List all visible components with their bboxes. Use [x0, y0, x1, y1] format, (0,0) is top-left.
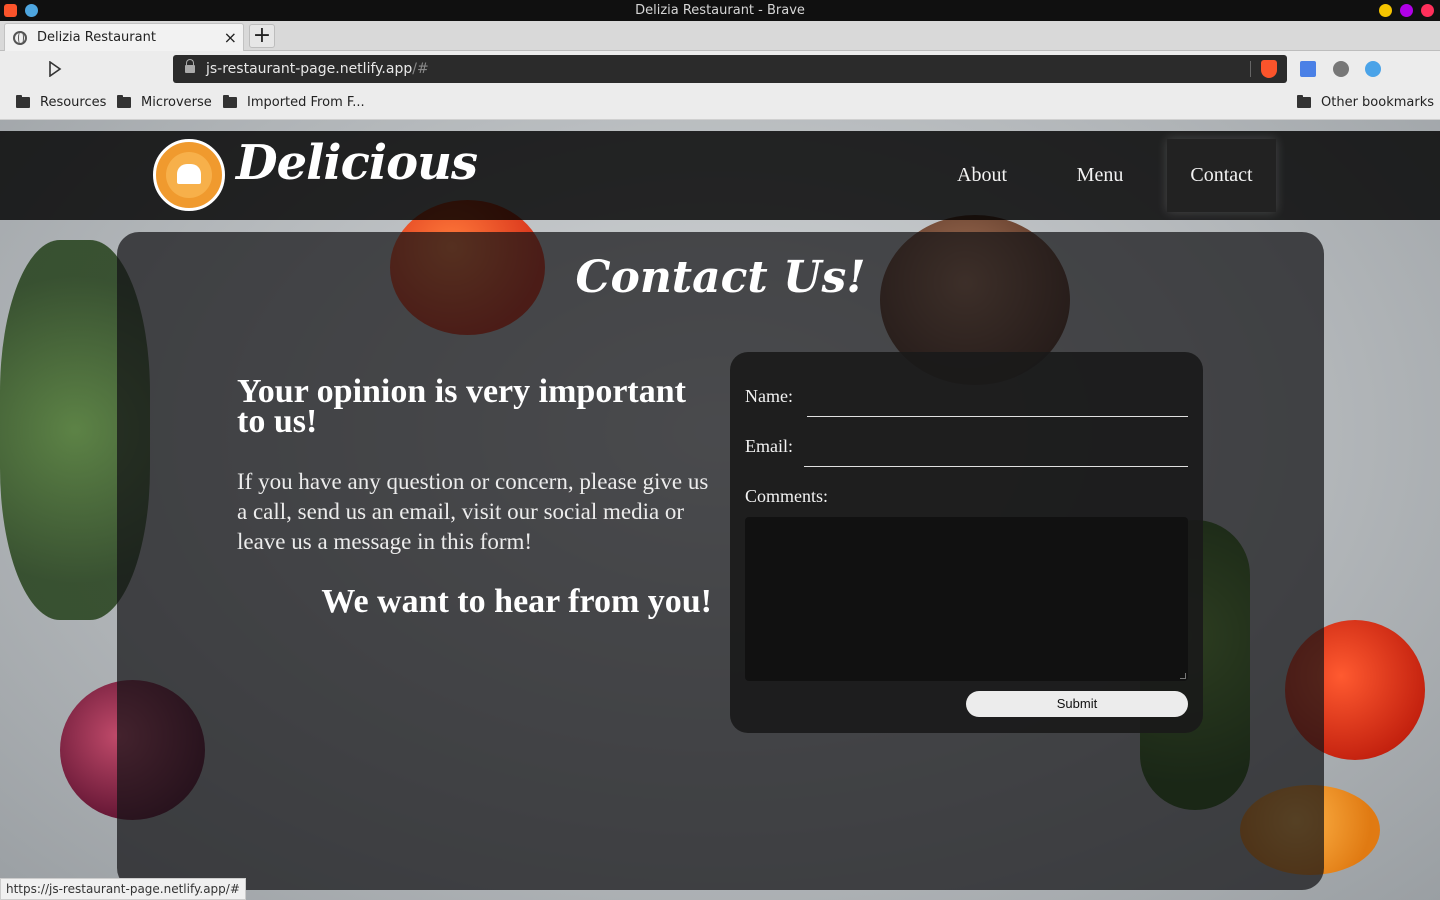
brave-shields-icon[interactable] [1261, 60, 1277, 78]
titlebar-left-icons [4, 4, 38, 17]
close-window-button[interactable] [1421, 4, 1434, 17]
tagline-heading: We want to hear from you! [321, 583, 712, 620]
window-titlebar: Delizia Restaurant - Brave [0, 0, 1440, 21]
brand-name[interactable]: Delicious [236, 135, 478, 191]
site-header: Delicious About Menu Contact [0, 131, 1440, 220]
folder-icon [223, 95, 237, 108]
bookmark-label: Resources [40, 95, 107, 110]
logo-inner [166, 152, 212, 198]
play-icon[interactable] [48, 61, 62, 77]
folder-icon [16, 95, 30, 108]
window-controls [1379, 4, 1434, 17]
maximize-button[interactable] [1400, 4, 1413, 17]
bookmark-label: Imported From F... [247, 95, 365, 110]
contact-panel: Contact Us! Your opinion is very importa… [117, 232, 1324, 890]
brave-logo-icon [4, 4, 17, 17]
opinion-heading: Your opinion is very important to us! [237, 373, 686, 440]
extension-icon[interactable] [1365, 61, 1381, 77]
bookmark-microverse[interactable]: Microverse [117, 95, 212, 110]
folder-icon [1297, 95, 1311, 108]
url-host: js-restaurant-page.netlify.app [206, 61, 413, 77]
tab-delizia[interactable]: Delizia Restaurant × [4, 23, 244, 51]
bookmark-label: Microverse [141, 95, 212, 110]
comments-label: Comments: [745, 486, 829, 506]
status-bar-url: https://js-restaurant-page.netlify.app/# [0, 878, 246, 900]
nav-contact[interactable]: Contact [1167, 139, 1276, 212]
chef-hat-logo-icon[interactable] [153, 139, 225, 211]
navigation-bar: js-restaurant-page.netlify.app/# [0, 51, 1440, 86]
bookmark-other[interactable]: Other bookmarks [1297, 95, 1434, 110]
page-title: Contact Us! [575, 252, 866, 303]
address-bar[interactable]: js-restaurant-page.netlify.app/# [173, 55, 1287, 83]
tab-bar: Delizia Restaurant × + [0, 21, 1440, 51]
chef-hat-icon [177, 164, 201, 184]
new-tab-button[interactable]: + [249, 24, 275, 48]
name-input[interactable] [807, 416, 1188, 417]
url-path: /# [412, 61, 429, 77]
web-page: Delicious About Menu Contact Contact Us!… [0, 120, 1440, 900]
contact-form: Name: Email: Comments: Submit [730, 352, 1203, 733]
window-title: Delizia Restaurant - Brave [635, 3, 805, 18]
email-input[interactable] [804, 466, 1188, 467]
bookmark-resources[interactable]: Resources [16, 95, 106, 110]
bookmark-imported[interactable]: Imported From F... [223, 95, 365, 110]
contact-text: Your opinion is very important to us! If… [237, 373, 712, 621]
translate-extension-icon[interactable] [1300, 61, 1316, 77]
name-label: Name: [745, 386, 793, 406]
urlbar-divider [1250, 61, 1251, 77]
bug-extension-icon[interactable] [1333, 61, 1349, 77]
nav-about[interactable]: About [940, 131, 1024, 220]
lock-icon[interactable] [185, 59, 195, 74]
comments-textarea[interactable] [745, 517, 1188, 681]
bookmarks-bar: Resources Microverse Imported From F... … [0, 86, 1440, 120]
resize-handle-icon[interactable] [1180, 673, 1186, 679]
submit-button[interactable]: Submit [966, 691, 1188, 717]
email-label: Email: [745, 436, 793, 456]
nav-menu[interactable]: Menu [1058, 131, 1142, 220]
minimize-button[interactable] [1379, 4, 1392, 17]
contact-paragraph: If you have any question or concern, ple… [237, 469, 709, 554]
folder-icon [117, 95, 131, 108]
globe-icon [13, 30, 27, 45]
tab-title: Delizia Restaurant [37, 30, 156, 45]
app-status-icon [25, 4, 38, 17]
close-tab-icon[interactable]: × [224, 28, 237, 47]
bookmark-label: Other bookmarks [1321, 95, 1435, 110]
